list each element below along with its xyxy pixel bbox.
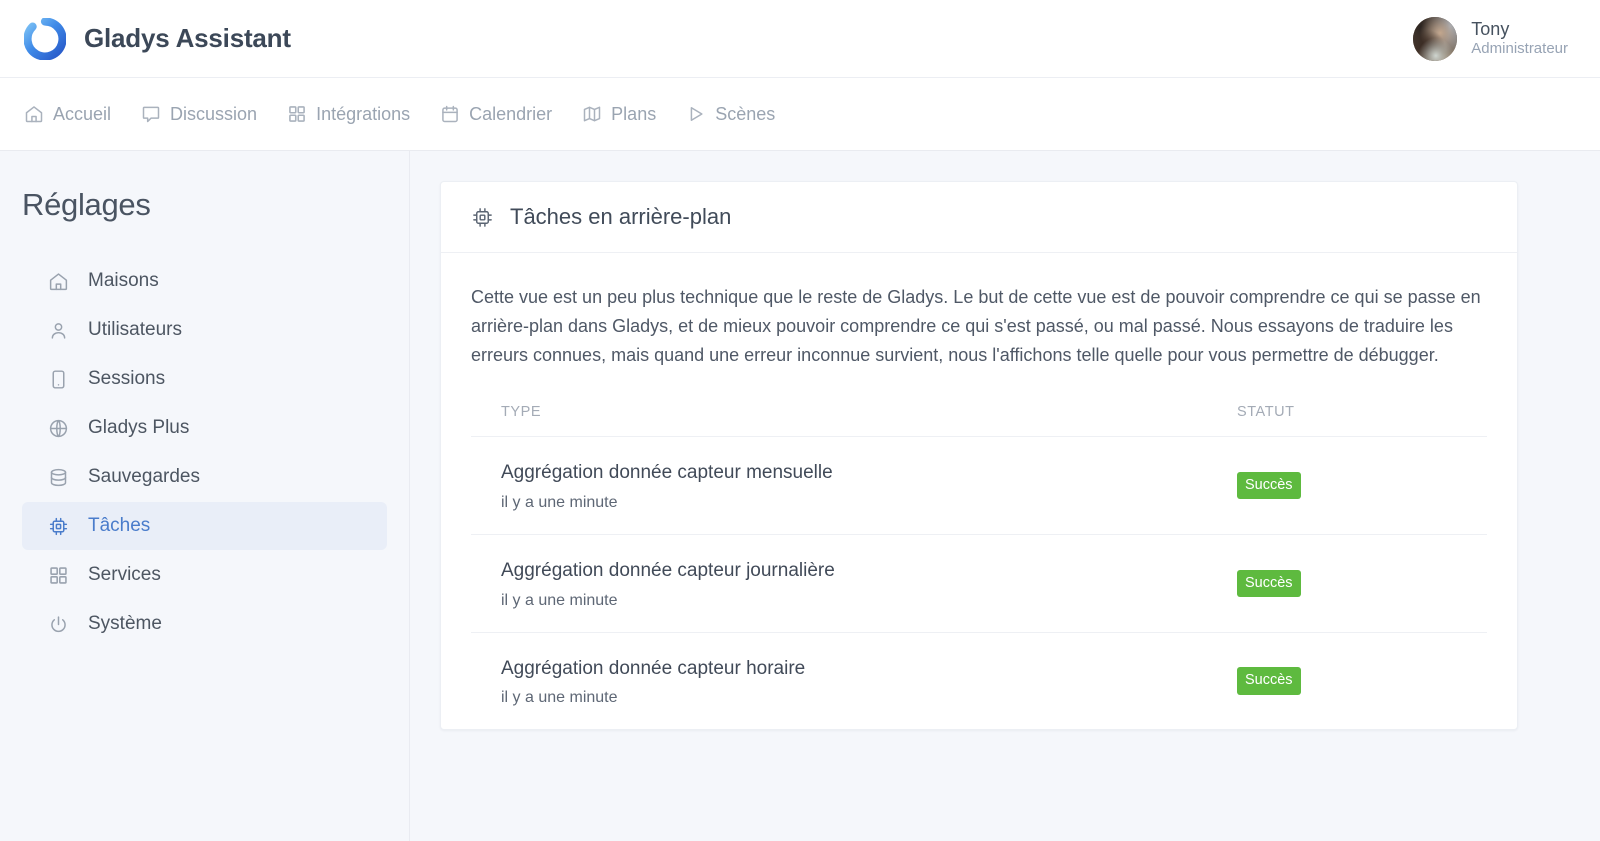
body: Réglages Maisons [0,151,1600,841]
home-icon [24,104,44,124]
user-menu[interactable]: Tony Administrateur [1413,17,1574,61]
sidebar-item-gladys-plus[interactable]: Gladys Plus [22,404,387,452]
app-root: Gladys Assistant Tony Administrateur Acc… [0,0,1600,841]
nav-item-accueil[interactable]: Accueil [24,78,111,150]
sidebar-item-label: Services [88,564,161,586]
sidebar-item-taches[interactable]: Tâches [22,502,387,550]
task-type-cell: Aggrégation donnée capteur mensuelle il … [471,437,1237,535]
user-icon [48,320,69,341]
task-time: il y a une minute [501,592,1237,610]
top-header: Gladys Assistant Tony Administrateur [0,0,1600,78]
brand[interactable]: Gladys Assistant [24,18,291,60]
nav-label: Accueil [53,104,111,125]
status-badge: Succès [1237,570,1301,598]
task-name: Aggrégation donnée capteur mensuelle [501,459,1237,487]
column-header-status: STATUT [1237,396,1487,437]
nav-label: Calendrier [469,104,552,125]
card-title: Tâches en arrière-plan [510,204,731,230]
sidebar-item-label: Sessions [88,368,165,390]
card-intro-text: Cette vue est un peu plus technique que … [471,283,1487,370]
brand-title: Gladys Assistant [84,23,291,54]
task-type-cell: Aggrégation donnée capteur horaire il y … [471,632,1237,729]
user-meta: Tony Administrateur [1471,18,1568,59]
sidebar-item-services[interactable]: Services [22,551,387,599]
nav-item-scenes[interactable]: Scènes [686,78,775,150]
sidebar-item-label: Tâches [88,515,150,537]
smartphone-icon [48,369,69,390]
globe-icon [48,418,69,439]
task-name: Aggrégation donnée capteur journalière [501,557,1237,585]
map-icon [582,104,602,124]
cpu-icon [471,206,494,229]
sidebar-item-label: Maisons [88,270,159,292]
nav-label: Intégrations [316,104,410,125]
nav-label: Discussion [170,104,257,125]
page-title: Réglages [22,179,387,223]
task-time: il y a une minute [501,494,1237,512]
task-status-cell: Succès [1237,535,1487,633]
avatar [1413,17,1457,61]
task-type-cell: Aggrégation donnée capteur journalière i… [471,535,1237,633]
database-icon [48,467,69,488]
tasks-table-head: TYPE STATUT [471,396,1487,437]
sidebar-item-label: Gladys Plus [88,417,189,439]
table-row[interactable]: Aggrégation donnée capteur mensuelle il … [471,437,1487,535]
message-square-icon [141,104,161,124]
nav-item-integrations[interactable]: Intégrations [287,78,410,150]
grid-icon [48,565,69,586]
play-triangle-icon [686,104,706,124]
table-header-row: TYPE STATUT [471,396,1487,437]
sidebar-item-label: Système [88,613,162,635]
nav-label: Scènes [715,104,775,125]
sidebar-item-maisons[interactable]: Maisons [22,257,387,305]
status-badge: Succès [1237,667,1301,695]
task-status-cell: Succès [1237,632,1487,729]
table-row[interactable]: Aggrégation donnée capteur horaire il y … [471,632,1487,729]
calendar-icon [440,104,460,124]
settings-menu: Maisons Utilisateurs [22,257,387,648]
card-body: Cette vue est un peu plus technique que … [441,253,1517,729]
home-icon [48,271,69,292]
task-time: il y a une minute [501,689,1237,707]
nav-item-discussion[interactable]: Discussion [141,78,257,150]
task-status-cell: Succès [1237,437,1487,535]
table-row[interactable]: Aggrégation donnée capteur journalière i… [471,535,1487,633]
sidebar-item-systeme[interactable]: Système [22,600,387,648]
sidebar-item-label: Utilisateurs [88,319,182,341]
nav-item-plans[interactable]: Plans [582,78,656,150]
settings-sidebar: Réglages Maisons [0,151,410,841]
card-header: Tâches en arrière-plan [441,182,1517,253]
nav-item-calendrier[interactable]: Calendrier [440,78,552,150]
power-icon [48,614,69,635]
column-header-type: TYPE [471,396,1237,437]
sidebar-item-label: Sauvegardes [88,466,200,488]
sidebar-item-utilisateurs[interactable]: Utilisateurs [22,306,387,354]
gladys-ring-logo [24,18,66,60]
content-area: Tâches en arrière-plan Cette vue est un … [410,151,1600,841]
nav-label: Plans [611,104,656,125]
user-role: Administrateur [1471,40,1568,59]
task-name: Aggrégation donnée capteur horaire [501,655,1237,683]
main-navigation: Accueil Discussion Intégrations [0,78,1600,151]
sidebar-item-sessions[interactable]: Sessions [22,355,387,403]
grid-icon [287,104,307,124]
tasks-table-body: Aggrégation donnée capteur mensuelle il … [471,437,1487,729]
sidebar-item-sauvegardes[interactable]: Sauvegardes [22,453,387,501]
user-name: Tony [1471,18,1568,41]
tasks-table: TYPE STATUT Aggrégation donnée capteur m… [471,396,1487,729]
cpu-icon [48,516,69,537]
background-tasks-card: Tâches en arrière-plan Cette vue est un … [440,181,1518,730]
status-badge: Succès [1237,472,1301,500]
